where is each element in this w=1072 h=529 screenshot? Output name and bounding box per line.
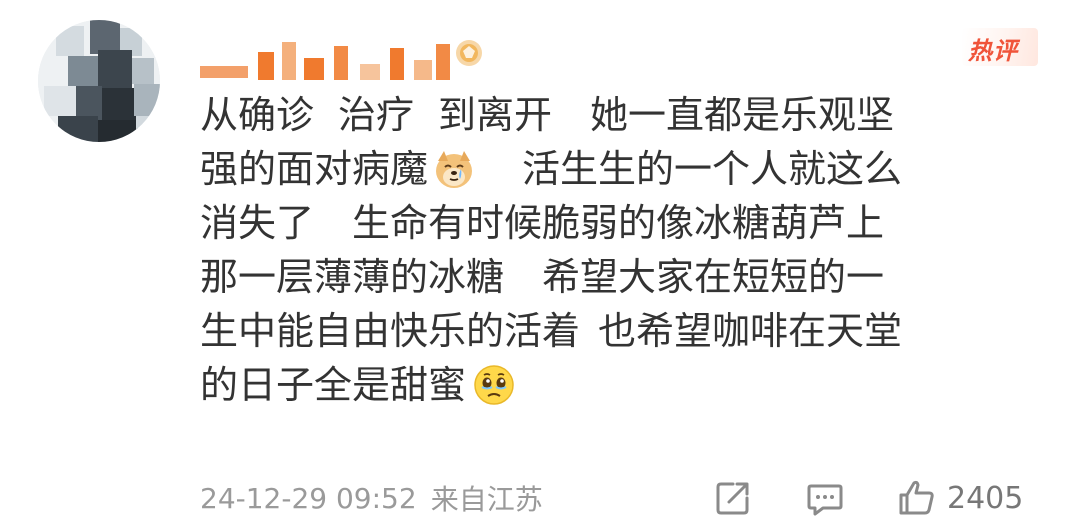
comment-line: 强的面对病魔 活生生的一个人就这么 — [200, 142, 1060, 196]
crying-dog-emoji-icon — [432, 147, 476, 191]
text-segment: 强的面对病魔 — [200, 147, 429, 191]
comment-actions: 2405 — [713, 475, 1023, 521]
timestamp: 24-12-29 09:52 — [200, 481, 417, 515]
comment-footer: 24-12-29 09:52 来自江苏 2405 — [200, 475, 1060, 521]
text-segment: 希望大家在短短的一 — [542, 255, 885, 299]
teary-face-emoji-icon — [472, 363, 516, 407]
text-segment: 活生生的一个人就这么 — [522, 147, 903, 191]
hot-comment-tag: 热评 — [962, 28, 1038, 66]
comment-line: 消失了 生命有时候脆弱的像冰糖葫芦上 — [200, 196, 1060, 250]
comment-line: 从确诊 治疗 到离开 她一直都是乐观坚 — [200, 88, 1060, 142]
comment-text: 从确诊 治疗 到离开 她一直都是乐观坚 强的面对病魔 活生生的一个人就这么 消失… — [200, 88, 1060, 412]
text-segment: 她一直都是乐观坚 — [590, 93, 895, 137]
text-segment: 治疗 — [338, 93, 415, 137]
text-segment: 那一层薄薄的冰糖 — [200, 255, 505, 299]
like-count: 2405 — [947, 480, 1024, 516]
text-segment: 生中能自由快乐的活着 — [200, 309, 581, 353]
comment-line: 生中能自由快乐的活着 也希望咖啡在天堂 — [200, 304, 1060, 358]
thumbs-up-icon[interactable] — [897, 478, 937, 518]
text-segment: 到离开 — [438, 93, 553, 137]
comment-card: 热评 从确诊 治疗 到离开 她一直都是乐观坚 强的面对病魔 活生生的一个人就这么… — [0, 0, 1072, 529]
share-icon[interactable] — [713, 478, 753, 518]
hot-comment-label: 热评 — [968, 37, 1018, 65]
avatar[interactable] — [38, 20, 160, 142]
comment-icon[interactable] — [805, 478, 845, 518]
text-segment: 从确诊 — [200, 93, 315, 137]
username[interactable] — [200, 38, 475, 82]
vip-badge-icon — [452, 36, 486, 70]
comment-line: 的日子全是甜蜜 — [200, 358, 1060, 412]
text-segment: 的日子全是甜蜜 — [200, 363, 467, 407]
location: 来自江苏 — [430, 483, 543, 516]
comment-line: 那一层薄薄的冰糖 希望大家在短短的一 — [200, 250, 1060, 304]
text-segment: 消失了 — [200, 201, 315, 245]
text-segment: 也希望咖啡在天堂 — [598, 309, 903, 353]
text-segment: 生命有时候脆弱的像冰糖葫芦上 — [352, 201, 885, 245]
